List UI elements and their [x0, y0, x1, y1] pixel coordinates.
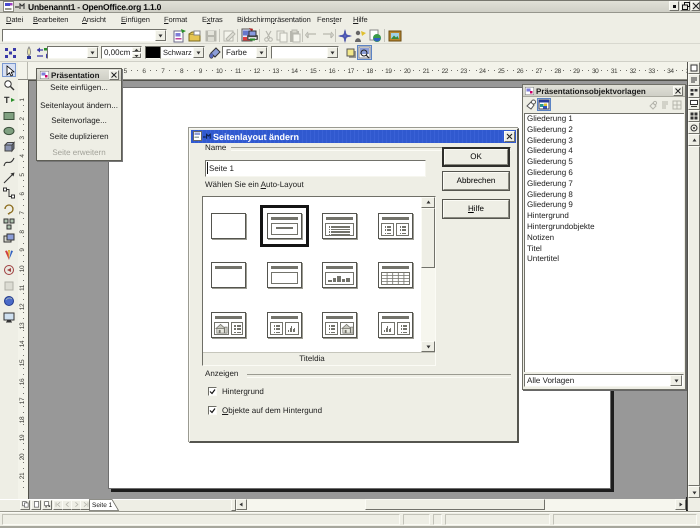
svg-text:T: T	[4, 95, 10, 105]
svg-text:Seite 1: Seite 1	[92, 502, 113, 509]
